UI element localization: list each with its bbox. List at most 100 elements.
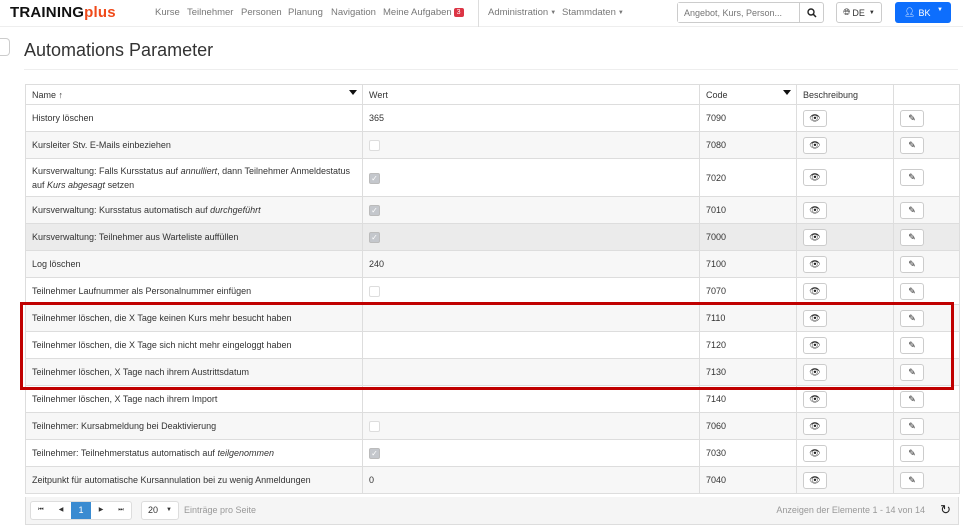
first-page-button[interactable]: ⏮ (31, 502, 51, 519)
view-description-button[interactable]: 👁︎ (803, 282, 827, 300)
search-input[interactable] (678, 3, 799, 22)
edit-button[interactable]: ✎ (900, 201, 924, 219)
nav-navigation[interactable]: Navigation (331, 7, 376, 18)
cell-wert[interactable]: ✓ (362, 158, 700, 197)
edit-button[interactable]: ✎ (900, 136, 924, 154)
table-row[interactable]: Kursverwaltung: Falls Kursstatus auf ann… (25, 158, 960, 197)
edit-button[interactable]: ✎ (900, 255, 924, 273)
table-row[interactable]: Teilnehmer: Kursabmeldung bei Deaktivier… (25, 412, 960, 440)
nav-personen[interactable]: Personen (241, 7, 282, 18)
table-row[interactable]: Kursverwaltung: Kursstatus automatisch a… (25, 196, 960, 224)
language-dropdown[interactable]: 🌐︎ DE ▼ (836, 2, 882, 23)
table-row[interactable]: Teilnehmer löschen, X Tage nach ihrem Au… (25, 358, 960, 386)
edit-button[interactable]: ✎ (900, 390, 924, 408)
edit-button[interactable]: ✎ (900, 417, 924, 435)
caret-down-icon: ▼ (550, 10, 557, 16)
checkbox-checked[interactable]: ✓ (369, 172, 380, 184)
edit-button[interactable]: ✎ (900, 282, 924, 300)
checkbox-unchecked[interactable] (369, 421, 380, 433)
cell-wert[interactable] (362, 331, 700, 359)
nav-stammdaten[interactable]: Stammdaten ▼ (562, 7, 624, 18)
table-row[interactable]: Kursleiter Stv. E-Mails einbeziehen 7080 👁… (25, 131, 960, 159)
cell-wert[interactable] (362, 277, 700, 305)
cell-wert[interactable]: 240 (362, 250, 700, 278)
view-description-button[interactable]: 👁︎ (803, 255, 827, 273)
edit-button[interactable]: ✎ (900, 363, 924, 381)
cell-code: 7030 (699, 439, 797, 467)
prev-page-button[interactable]: ◀ (51, 502, 71, 519)
pencil-icon: ✎ (908, 312, 916, 323)
view-description-button[interactable]: 👁︎ (803, 109, 827, 127)
table-row[interactable]: Log löschen 240 7100 👁︎ ✎ (25, 250, 960, 278)
edit-button[interactable]: ✎ (900, 109, 924, 127)
view-description-button[interactable]: 👁︎ (803, 471, 827, 489)
eye-icon: 👁︎ (809, 420, 821, 431)
table-row[interactable]: Teilnehmer löschen, X Tage nach ihrem Im… (25, 385, 960, 413)
cell-wert[interactable]: 0 (362, 466, 700, 494)
last-page-button[interactable]: ⏭ (111, 502, 131, 519)
checkbox-checked[interactable]: ✓ (369, 448, 380, 460)
view-description-button[interactable]: 👁︎ (803, 444, 827, 462)
filter-icon[interactable] (349, 90, 357, 95)
name-text: History löschen (32, 113, 94, 123)
cell-wert[interactable] (362, 412, 700, 440)
nav-kurse[interactable]: Kurse (155, 7, 180, 18)
edit-button[interactable]: ✎ (900, 169, 924, 186)
cell-wert[interactable]: ✓ (362, 196, 700, 224)
column-header-code[interactable]: Code (699, 84, 797, 105)
table-row[interactable]: History löschen 365 7090 👁︎ ✎ (25, 104, 960, 132)
user-menu-button[interactable]: 👤︎ BK ▼ (895, 2, 951, 23)
cell-wert[interactable]: ✓ (362, 223, 700, 251)
table-row[interactable]: Zeitpunkt für automatische Kursannulatio… (25, 466, 960, 494)
table-row[interactable]: Teilnehmer Laufnummer als Personalnummer… (25, 277, 960, 305)
cell-wert[interactable] (362, 385, 700, 413)
view-description-button[interactable]: 👁︎ (803, 390, 827, 408)
filter-icon[interactable] (783, 90, 791, 95)
edit-button[interactable]: ✎ (900, 471, 924, 489)
search-button[interactable] (799, 3, 823, 22)
edit-button[interactable]: ✎ (900, 444, 924, 462)
view-description-button[interactable]: 👁︎ (803, 228, 827, 246)
cell-beschreibung: 👁︎ (796, 358, 894, 386)
cell-wert[interactable] (362, 358, 700, 386)
cell-name: Teilnehmer: Kursabmeldung bei Deaktivier… (25, 412, 363, 440)
view-description-button[interactable]: 👁︎ (803, 336, 827, 354)
nav-planung[interactable]: Planung (288, 7, 323, 18)
nav-teilnehmer[interactable]: Teilnehmer (187, 7, 233, 18)
view-description-button[interactable]: 👁︎ (803, 363, 827, 381)
cell-wert[interactable] (362, 304, 700, 332)
table-row[interactable]: Kursverwaltung: Teilnehmer aus Wartelist… (25, 223, 960, 251)
edit-button[interactable]: ✎ (900, 336, 924, 354)
checkbox-checked[interactable]: ✓ (369, 205, 380, 217)
next-page-button[interactable]: ▶ (91, 502, 111, 519)
table-row[interactable]: Teilnehmer: Teilnehmerstatus automatisch… (25, 439, 960, 467)
sidebar-toggle[interactable] (0, 38, 10, 56)
cell-actions: ✎ (893, 131, 960, 159)
checkbox-unchecked[interactable] (369, 140, 380, 152)
nav-meine-aufgaben[interactable]: Meine Aufgaben 3 (383, 7, 464, 18)
logo[interactable]: TRAININGplus (10, 4, 116, 21)
page-button-current[interactable]: 1 (71, 502, 91, 519)
table-row[interactable]: Teilnehmer löschen, die X Tage keinen Ku… (25, 304, 960, 332)
page-size-select[interactable]: 20 ▼ (141, 501, 179, 520)
column-header-beschreibung: Beschreibung (796, 84, 894, 105)
cell-wert[interactable]: ✓ (362, 439, 700, 467)
edit-button[interactable]: ✎ (900, 228, 924, 246)
column-header-name[interactable]: Name ↑ (25, 84, 363, 105)
cell-code: 7000 (699, 223, 797, 251)
view-description-button[interactable]: 👁︎ (803, 136, 827, 154)
checkbox-unchecked[interactable] (369, 286, 380, 298)
cell-wert[interactable] (362, 131, 700, 159)
column-header-wert[interactable]: Wert (362, 84, 700, 105)
name-text: annulliert (180, 165, 218, 176)
edit-button[interactable]: ✎ (900, 309, 924, 327)
cell-wert[interactable]: 365 (362, 104, 700, 132)
nav-administration[interactable]: Administration ▼ (488, 7, 556, 18)
view-description-button[interactable]: 👁︎ (803, 169, 827, 186)
view-description-button[interactable]: 👁︎ (803, 201, 827, 219)
refresh-icon[interactable]: ↻ (940, 502, 951, 518)
view-description-button[interactable]: 👁︎ (803, 309, 827, 327)
table-row[interactable]: Teilnehmer löschen, die X Tage sich nich… (25, 331, 960, 359)
checkbox-checked[interactable]: ✓ (369, 232, 380, 244)
view-description-button[interactable]: 👁︎ (803, 417, 827, 435)
